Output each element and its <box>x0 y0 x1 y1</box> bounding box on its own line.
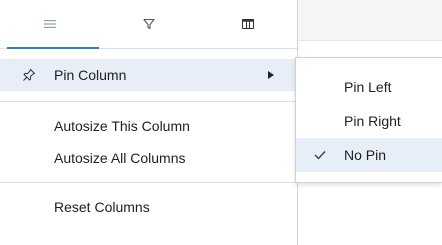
submenu-item-pin-right[interactable]: Pin Right <box>296 104 442 138</box>
autosize-all-label: Autosize All Columns <box>54 150 186 166</box>
pin-column-label: Pin Column <box>54 67 127 83</box>
tab-general[interactable] <box>0 0 99 49</box>
checkmark-icon <box>314 138 326 172</box>
menu-item-reset-columns[interactable]: Reset Columns <box>0 191 297 223</box>
menu-spacer <box>0 102 297 110</box>
filter-icon <box>142 18 155 30</box>
menu-spacer <box>0 174 297 182</box>
no-pin-label: No Pin <box>344 147 387 163</box>
column-menu: Pin Column Autosize This Column Autosize… <box>0 0 298 245</box>
tab-columns[interactable] <box>198 0 297 48</box>
menu-spacer <box>0 49 297 59</box>
pin-right-label: Pin Right <box>344 113 401 129</box>
submenu-arrow-icon <box>268 59 274 91</box>
columns-icon <box>241 19 254 29</box>
menu-item-autosize-all[interactable]: Autosize All Columns <box>0 142 297 174</box>
menu-tabs <box>0 0 297 49</box>
header-background <box>298 0 442 41</box>
tab-filter[interactable] <box>99 0 198 48</box>
submenu-item-pin-left[interactable]: Pin Left <box>296 70 442 104</box>
menu-lines-icon <box>43 19 56 29</box>
menu-item-autosize-this[interactable]: Autosize This Column <box>0 110 297 142</box>
menu-item-pin-column[interactable]: Pin Column <box>0 59 297 91</box>
menu-spacer <box>0 183 297 191</box>
pin-icon <box>0 68 54 82</box>
autosize-this-label: Autosize This Column <box>54 118 190 134</box>
pin-submenu: Pin Left Pin Right No Pin <box>295 57 442 183</box>
reset-columns-label: Reset Columns <box>54 199 150 215</box>
menu-spacer <box>0 91 297 101</box>
pin-left-label: Pin Left <box>344 79 392 95</box>
submenu-item-no-pin[interactable]: No Pin <box>296 138 442 172</box>
